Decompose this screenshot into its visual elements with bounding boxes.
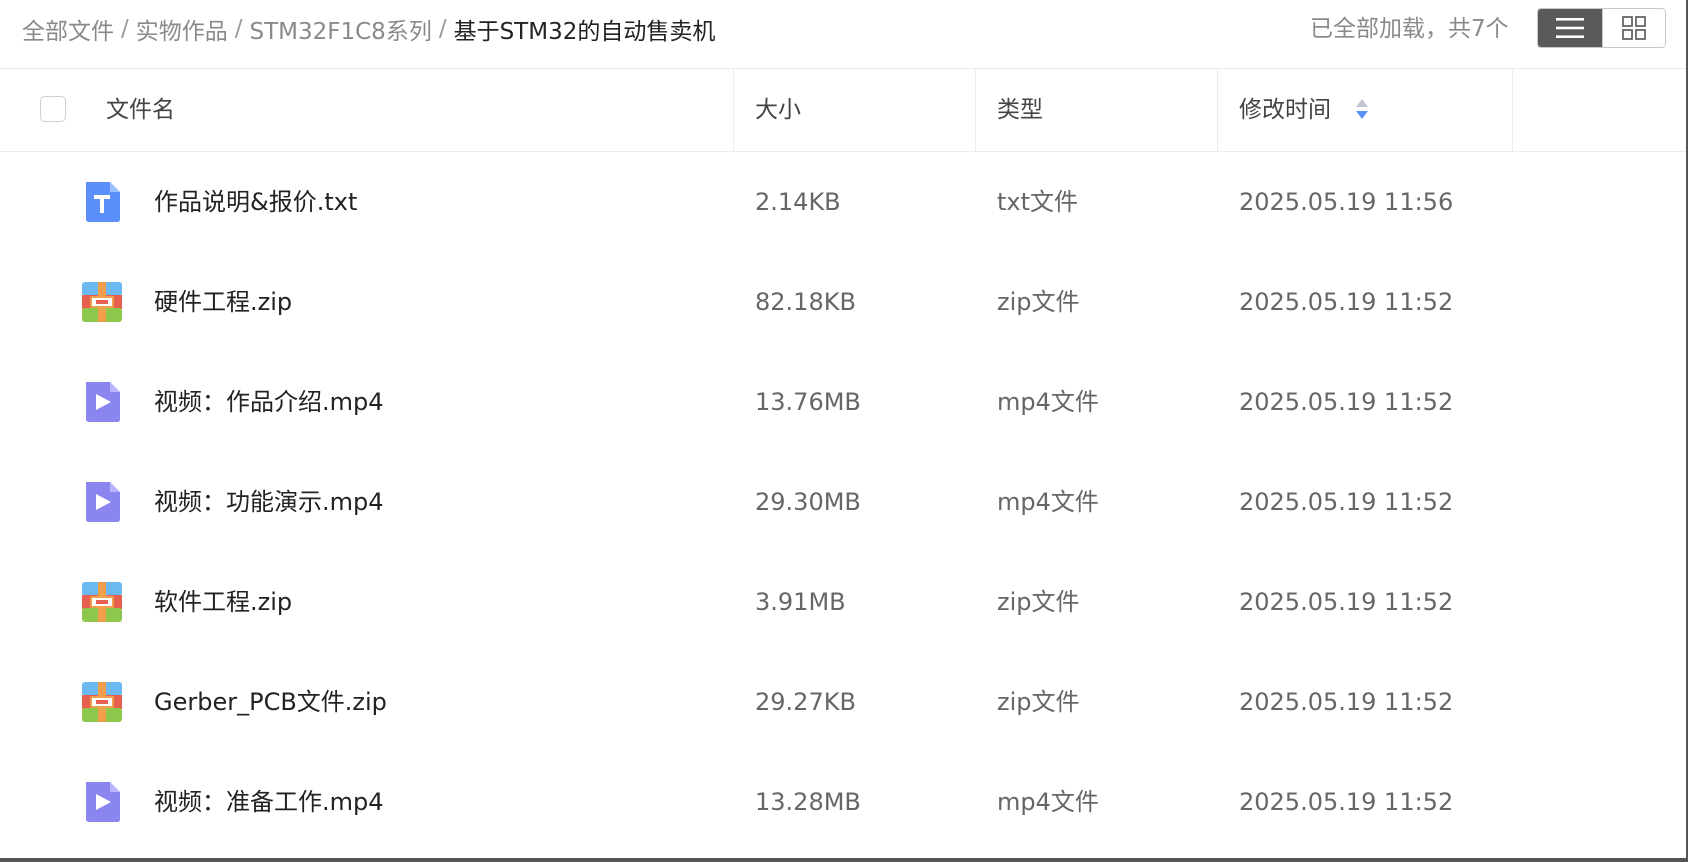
- file-size: 29.30MB: [755, 488, 861, 516]
- table-row[interactable]: 硬件工程.zip 82.18KB zip文件 2025.05.19 11:52: [0, 252, 1688, 352]
- file-type: zip文件: [997, 288, 1080, 316]
- breadcrumb-separator: /: [234, 16, 243, 42]
- file-type: mp4文件: [997, 488, 1099, 516]
- file-size: 13.76MB: [755, 388, 861, 416]
- txt-file-icon: [86, 182, 120, 222]
- file-modified-time: 2025.05.19 11:52: [1239, 488, 1454, 516]
- table-row[interactable]: 软件工程.zip 3.91MB zip文件 2025.05.19 11:52: [0, 552, 1688, 652]
- breadcrumb-current-folder: 基于STM32的自动售卖机: [453, 19, 716, 45]
- zip-archive-icon: [82, 582, 122, 622]
- file-type: zip文件: [997, 688, 1080, 716]
- loaded-status-text: 已全部加载，共7个: [1310, 16, 1509, 42]
- column-header-modified[interactable]: 修改时间: [1239, 93, 1331, 127]
- table-row[interactable]: 视频：准备工作.mp4 13.28MB mp4文件 2025.05.19 11:…: [0, 752, 1688, 852]
- breadcrumb-separator: /: [438, 16, 447, 42]
- file-name[interactable]: 视频：准备工作.mp4: [154, 785, 384, 819]
- select-all-checkbox[interactable]: [40, 96, 66, 122]
- file-name[interactable]: 硬件工程.zip: [154, 285, 292, 319]
- grid-view-icon: [1621, 16, 1646, 40]
- grid-view-button[interactable]: [1601, 9, 1665, 47]
- file-size: 13.28MB: [755, 788, 861, 816]
- view-toggle: [1537, 8, 1666, 48]
- video-file-icon: [86, 382, 120, 422]
- breadcrumb: 全部文件 / 实物作品 / STM32F1C8系列 / 基于STM32的自动售卖…: [22, 12, 715, 46]
- file-name[interactable]: 视频：功能演示.mp4: [154, 485, 384, 519]
- file-modified-time: 2025.05.19 11:52: [1239, 388, 1454, 416]
- file-size: 29.27KB: [755, 688, 856, 716]
- column-header-name[interactable]: 文件名: [106, 93, 175, 127]
- file-modified-time: 2025.05.19 11:56: [1239, 188, 1454, 216]
- file-modified-time: 2025.05.19 11:52: [1239, 288, 1454, 316]
- file-name[interactable]: 作品说明&报价.txt: [154, 185, 357, 219]
- breadcrumb-separator: /: [121, 16, 129, 42]
- file-name[interactable]: Gerber_PCB文件.zip: [154, 685, 387, 719]
- zip-archive-icon: [82, 682, 122, 722]
- breadcrumb-item-stm32-series[interactable]: STM32F1C8系列: [250, 12, 432, 46]
- table-row[interactable]: 视频：功能演示.mp4 29.30MB mp4文件 2025.05.19 11:…: [0, 452, 1688, 552]
- zip-archive-icon: [82, 282, 122, 322]
- window-border-bottom: [0, 858, 1688, 862]
- file-type: mp4文件: [997, 788, 1099, 816]
- file-type: mp4文件: [997, 388, 1099, 416]
- file-modified-time: 2025.05.19 11:52: [1239, 688, 1454, 716]
- column-divider: [975, 69, 976, 151]
- table-header: 文件名 大小 类型 修改时间: [0, 69, 1688, 152]
- file-size: 2.14KB: [755, 188, 841, 216]
- top-bar: 全部文件 / 实物作品 / STM32F1C8系列 / 基于STM32的自动售卖…: [0, 0, 1688, 69]
- list-view-icon: [1555, 18, 1584, 38]
- column-header-size[interactable]: 大小: [755, 93, 801, 127]
- file-name[interactable]: 软件工程.zip: [154, 585, 292, 619]
- table-row[interactable]: 作品说明&报价.txt 2.14KB txt文件 2025.05.19 11:5…: [0, 152, 1688, 252]
- sort-icon[interactable]: [1355, 97, 1369, 121]
- video-file-icon: [86, 782, 120, 822]
- column-divider: [1512, 69, 1513, 151]
- table-row[interactable]: Gerber_PCB文件.zip 29.27KB zip文件 2025.05.1…: [0, 652, 1688, 752]
- file-type: txt文件: [997, 188, 1079, 216]
- column-divider: [1217, 69, 1218, 151]
- file-type: zip文件: [997, 588, 1080, 616]
- file-name[interactable]: 视频：作品介绍.mp4: [154, 385, 384, 419]
- file-size: 82.18KB: [755, 288, 856, 316]
- list-view-button[interactable]: [1538, 9, 1602, 47]
- column-header-type[interactable]: 类型: [997, 93, 1043, 127]
- column-divider: [733, 69, 734, 151]
- file-modified-time: 2025.05.19 11:52: [1239, 588, 1454, 616]
- file-modified-time: 2025.05.19 11:52: [1239, 788, 1454, 816]
- video-file-icon: [86, 482, 120, 522]
- table-row[interactable]: 视频：作品介绍.mp4 13.76MB mp4文件 2025.05.19 11:…: [0, 352, 1688, 452]
- breadcrumb-item-all-files[interactable]: 全部文件: [22, 12, 114, 46]
- breadcrumb-item-physical-works[interactable]: 实物作品: [136, 12, 228, 46]
- file-size: 3.91MB: [755, 588, 846, 616]
